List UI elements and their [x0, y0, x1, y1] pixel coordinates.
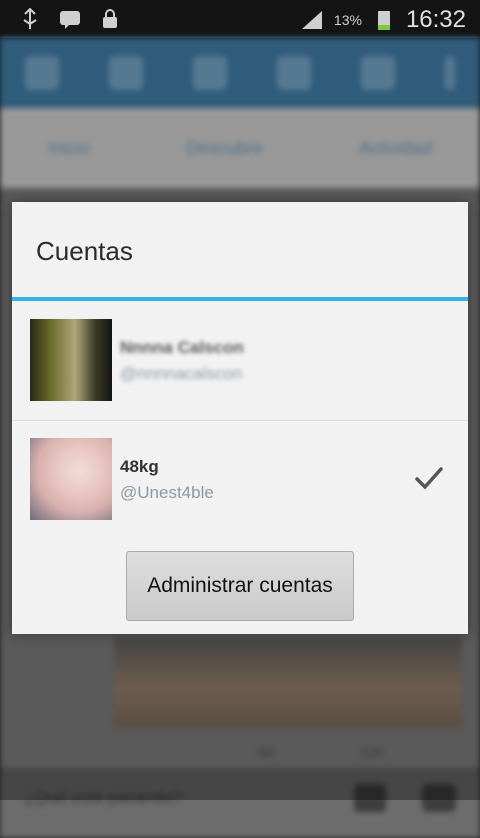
avatar: [30, 319, 112, 401]
account-item[interactable]: Nnnna Calscon @nnnnacalscon: [12, 302, 468, 421]
account-handle: @Unest4ble: [120, 483, 214, 502]
signal-icon: [301, 11, 322, 29]
message-icon: [60, 11, 80, 29]
lock-icon: [103, 9, 117, 28]
status-bar: 13% 16:32: [0, 0, 480, 38]
dialog-button-bar: Administrar cuentas: [12, 538, 468, 634]
clock: 16:32: [405, 6, 466, 33]
dialog-title: Cuentas: [36, 236, 133, 266]
account-name: Nnnna Calscon: [120, 338, 244, 357]
avatar: [30, 438, 112, 520]
account-name: 48kg: [120, 457, 159, 476]
battery-icon: [377, 11, 390, 30]
usb-icon: [23, 8, 37, 29]
checkmark-icon: [415, 467, 443, 490]
accounts-dialog: Cuentas Nnnna Calscon @nnnnacalscon 48kg…: [12, 202, 468, 634]
battery-percent: 13%: [333, 12, 362, 28]
title-divider: [12, 297, 468, 301]
account-handle: @nnnnacalscon: [120, 364, 243, 383]
account-item[interactable]: 48kg @Unest4ble: [12, 421, 468, 540]
manage-accounts-button[interactable]: Administrar cuentas: [126, 551, 354, 621]
